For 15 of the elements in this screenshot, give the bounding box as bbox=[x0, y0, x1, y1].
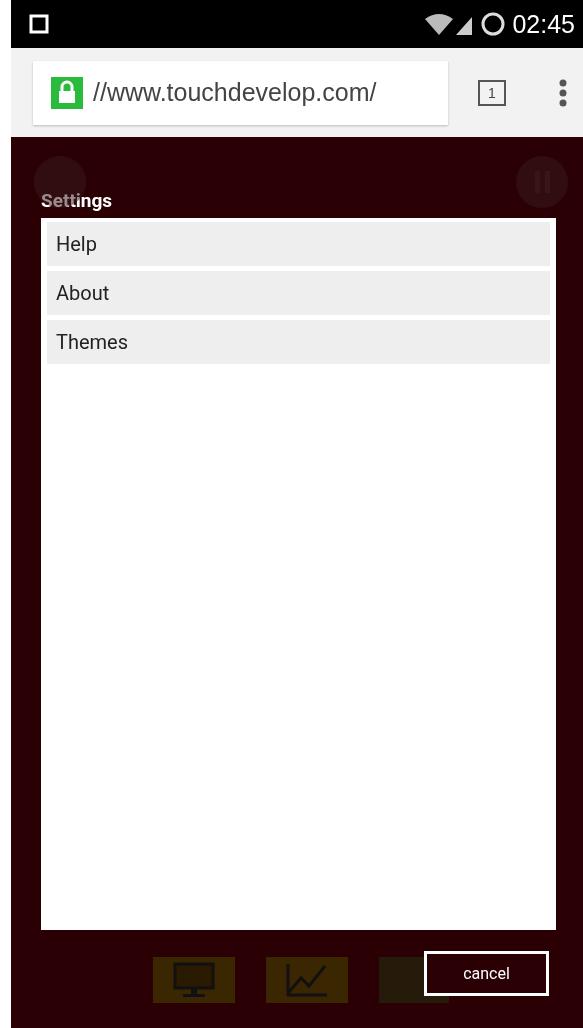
menu-item[interactable]: About bbox=[47, 271, 550, 315]
address-bar[interactable]: //www.touchdevelop.com/ bbox=[33, 60, 448, 125]
menu-item[interactable]: Themes bbox=[47, 320, 550, 364]
notification-square-icon bbox=[29, 14, 49, 34]
dialog-title: Settings bbox=[41, 188, 114, 214]
menu-item[interactable]: Help bbox=[47, 222, 550, 266]
sync-icon bbox=[480, 11, 507, 37]
clock-time: 02:45 bbox=[512, 9, 575, 39]
monitor-icon bbox=[173, 962, 215, 998]
tab-count-button[interactable]: 1 bbox=[478, 79, 506, 106]
lock-icon bbox=[51, 76, 83, 109]
wifi-icon bbox=[424, 13, 455, 35]
cancel-button[interactable]: cancel bbox=[424, 951, 549, 996]
menu-icon[interactable] bbox=[559, 78, 567, 107]
line-chart-icon bbox=[285, 962, 329, 998]
